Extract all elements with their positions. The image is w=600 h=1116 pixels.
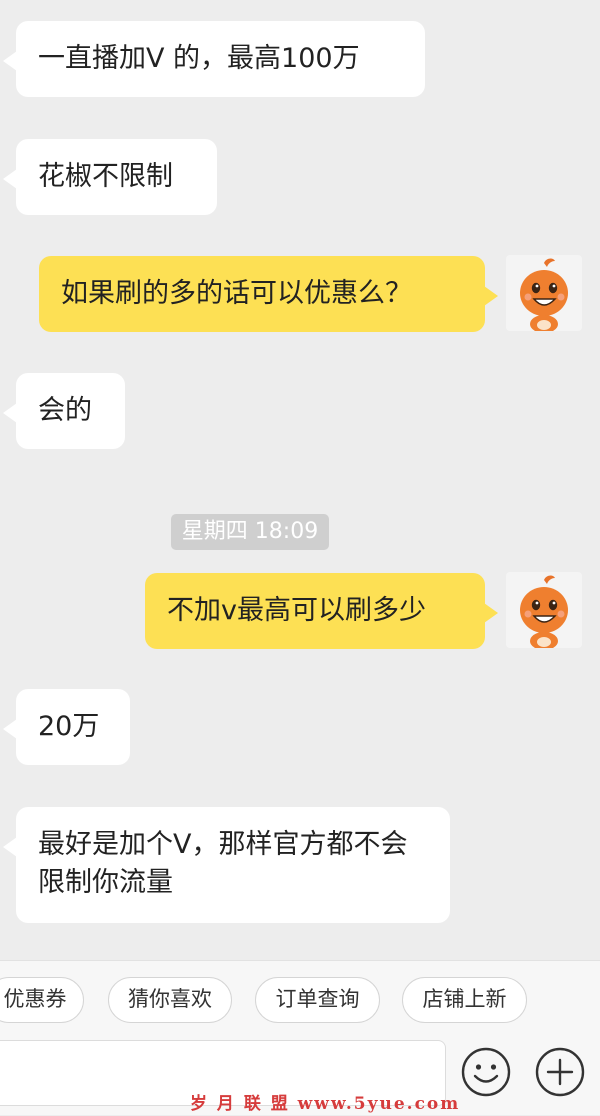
message-incoming: 会的	[3, 373, 125, 449]
chat-area[interactable]: 一直播加V 的，最高100万 花椒不限制 如果刷的多的话可以优惠么？ 会的 星期…	[0, 0, 600, 960]
message-incoming: 最好是加个V，那样官方都不会限制你流量	[3, 807, 450, 923]
quick-reply-bar: 优惠券 猜你喜欢 订单查询 店铺上新	[0, 960, 600, 1041]
mascot-avatar-icon	[520, 258, 568, 331]
mascot-avatar-icon	[520, 575, 568, 648]
message-incoming: 20万	[3, 689, 130, 765]
avatar[interactable]	[506, 572, 582, 648]
avatar[interactable]	[506, 255, 582, 331]
message-outgoing: 不加v最高可以刷多少	[145, 573, 498, 649]
smiley-icon	[461, 1047, 511, 1097]
message-outgoing: 如果刷的多的话可以优惠么？	[39, 256, 498, 332]
timestamp: 星期四 18:09	[171, 514, 329, 550]
message-incoming: 花椒不限制	[3, 139, 217, 215]
watermark: 岁 月 联 盟 www.5yue.com	[190, 1094, 461, 1114]
emoji-button[interactable]	[460, 1046, 512, 1098]
add-button[interactable]	[534, 1046, 586, 1098]
quick-reply-new-arrivals[interactable]: 店铺上新	[402, 977, 527, 1023]
plus-icon	[535, 1047, 585, 1097]
quick-reply-order-query[interactable]: 订单查询	[255, 977, 380, 1023]
message-incoming: 一直播加V 的，最高100万	[3, 21, 425, 97]
quick-reply-coupon[interactable]: 优惠券	[0, 977, 84, 1023]
quick-reply-guess-you-like[interactable]: 猜你喜欢	[108, 977, 232, 1023]
